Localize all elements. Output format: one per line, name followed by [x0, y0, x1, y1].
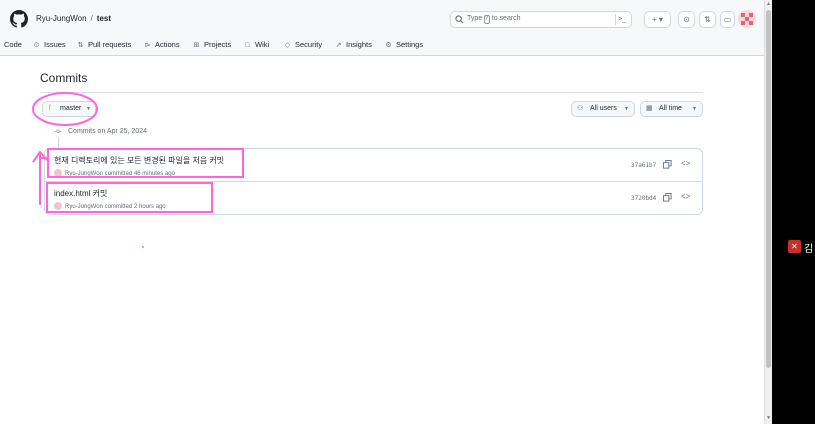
tab-wiki[interactable]: □ Wiki [243, 40, 269, 49]
branch-selector-button[interactable]: ᚴ master ▼ [42, 101, 96, 117]
branch-icon: ᚴ [48, 105, 53, 112]
title-divider [40, 92, 703, 93]
tab-insights-label: Insights [346, 40, 372, 49]
participant-name: 김 [804, 244, 814, 255]
annotation-dot [142, 246, 144, 248]
global-header: Ryu-JungWon / test Type / to search >_ + ▾… [0, 0, 772, 56]
commit-group-date: Commits on Apr 25, 2024 [68, 128, 147, 135]
calendar-icon: ▦ [646, 105, 653, 112]
breadcrumb-separator: / [90, 14, 93, 23]
tab-projects[interactable]: ⊞ Projects [192, 40, 232, 49]
browse-repo-icon[interactable]: <> [681, 159, 690, 168]
graph-icon: ↗ [335, 42, 342, 49]
copy-icon[interactable] [663, 160, 672, 169]
annotation-box-second-commit [46, 182, 213, 213]
commit-group-heading: -o- Commits on Apr 25, 2024 [53, 128, 147, 138]
tab-pull-requests[interactable]: ⇅ Pull requests [76, 40, 132, 49]
inbox-icon[interactable]: ▭ [720, 11, 735, 28]
page-scrollbar[interactable]: ▲ ▼ [764, 0, 772, 424]
tab-settings-label: Settings [396, 40, 424, 49]
scroll-down-icon[interactable]: ▼ [765, 414, 772, 422]
video-call-side-panel: ✕ 김 [772, 0, 815, 424]
muted-microphone-icon: ✕ [788, 240, 801, 253]
create-new-button[interactable]: + ▾ [644, 11, 671, 28]
commit-icon: -o- [54, 129, 62, 135]
tab-security[interactable]: ◇ Security [283, 40, 322, 49]
pull-requests-icon[interactable]: ⇅ [699, 11, 716, 28]
time-filter-button[interactable]: ▦ All time ▼ [640, 101, 703, 117]
chevron-down-icon: ▼ [86, 106, 91, 112]
tab-insights[interactable]: ↗ Insights [334, 40, 372, 49]
search-shortcut-key: / [484, 15, 490, 24]
tab-actions[interactable]: ⊳ Actions [143, 40, 180, 49]
search-placeholder-prefix: Type [467, 15, 483, 22]
pull-request-icon: ⇅ [77, 42, 84, 49]
issue-icon: ⊙ [33, 42, 40, 49]
github-logo-icon[interactable] [10, 10, 28, 28]
tab-code-label: Code [4, 40, 22, 49]
scroll-up-icon[interactable]: ▲ [765, 0, 772, 8]
search-icon [455, 15, 464, 24]
people-icon: ⚇ [577, 105, 584, 112]
github-page: Ryu-JungWon / test Type / to search >_ + ▾… [0, 0, 772, 424]
table-icon: ⊞ [193, 42, 200, 49]
gear-icon: ⚙ [385, 42, 392, 49]
time-filter-label: All time [659, 105, 682, 112]
browse-repo-icon[interactable]: <> [681, 192, 690, 201]
copy-icon[interactable] [663, 193, 672, 202]
tab-issues-label: Issues [44, 40, 66, 49]
shield-icon: ◇ [284, 42, 291, 49]
avatar[interactable] [738, 10, 756, 28]
branch-label: master [60, 105, 82, 112]
tab-pull-requests-label: Pull requests [88, 40, 132, 49]
search-input[interactable]: Type / to search >_ [450, 11, 632, 28]
commit-sha-link[interactable]: 37a61b7 [631, 162, 656, 169]
issues-icon[interactable]: ⊙ [678, 11, 695, 28]
commit-sha-link[interactable]: 3720bd4 [631, 195, 656, 202]
tab-actions-label: Actions [155, 40, 180, 49]
page-title: Commits [40, 71, 88, 85]
users-filter-button[interactable]: ⚇ All users ▼ [571, 101, 635, 117]
tab-settings[interactable]: ⚙ Settings [384, 40, 423, 49]
chevron-down-icon: ▼ [624, 106, 629, 112]
breadcrumb: Ryu-JungWon / test [36, 14, 111, 23]
search-placeholder: Type / to search [467, 15, 521, 24]
play-icon: ⊳ [144, 42, 151, 49]
tab-security-label: Security [295, 40, 323, 49]
scroll-thumb[interactable] [766, 10, 771, 368]
repo-owner-link[interactable]: Ryu-JungWon [36, 14, 87, 23]
annotation-box-first-commit [47, 148, 244, 178]
book-icon: □ [245, 42, 250, 49]
chevron-down-icon: ▼ [692, 106, 697, 112]
tab-issues[interactable]: ⊙ Issues [32, 40, 66, 49]
users-filter-label: All users [590, 105, 617, 112]
tab-projects-label: Projects [204, 40, 232, 49]
command-palette-icon[interactable]: >_ [615, 14, 628, 25]
repo-name-link[interactable]: test [97, 14, 111, 23]
tab-code[interactable]: Code [4, 40, 22, 49]
search-placeholder-suffix: to search [491, 15, 521, 22]
avatar-identicon-icon [741, 13, 753, 25]
tab-wiki-label: Wiki [255, 40, 270, 49]
